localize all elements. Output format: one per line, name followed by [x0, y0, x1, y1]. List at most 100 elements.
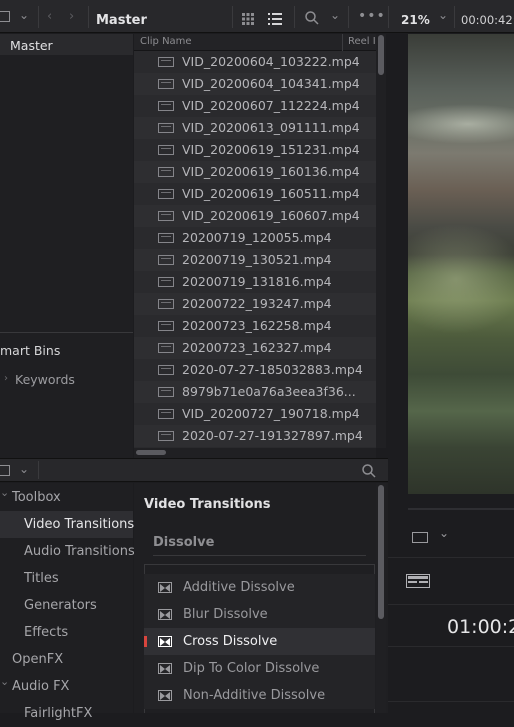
timeline-view-icon[interactable]	[406, 574, 430, 588]
smart-bins-header[interactable]: mart Bins	[0, 343, 60, 358]
list-view-icon[interactable]	[268, 13, 282, 28]
zoom-level[interactable]: 21%	[401, 13, 430, 27]
chevron-right-icon[interactable]: ›	[4, 373, 8, 384]
clip-row[interactable]: 20200722_193247.mp4	[134, 293, 376, 315]
back-arrow-icon[interactable]: ‹	[47, 9, 52, 24]
clip-row[interactable]: VID_20200619_160607.mp4	[134, 205, 376, 227]
video-clip-icon	[158, 431, 174, 441]
effects-group-header: Dissolve	[153, 535, 215, 550]
clip-row[interactable]: VID_20200604_103222.mp4	[134, 51, 376, 73]
tree-item-fairlightfx[interactable]: FairlightFX	[0, 700, 133, 727]
clip-row[interactable]: 20200719_130521.mp4	[134, 249, 376, 271]
column-header-reel[interactable]: Reel I	[348, 36, 376, 47]
tree-item-openfx[interactable]: OpenFX	[0, 646, 133, 673]
forward-arrow-icon[interactable]: ›	[69, 9, 74, 24]
tree-item-label: Toolbox	[12, 490, 61, 505]
clip-row[interactable]: 2020-07-27-185032883.mp4	[134, 359, 376, 381]
viewer-timecode: 01:00:2	[447, 616, 514, 638]
transition-blur-dissolve[interactable]: Blur Dissolve	[144, 601, 375, 628]
source-viewer-image[interactable]	[408, 34, 514, 494]
tree-item-titles[interactable]: Titles	[0, 565, 133, 592]
viewer-separator	[408, 508, 514, 510]
search-icon[interactable]	[305, 11, 319, 28]
tree-item-label: FairlightFX	[24, 706, 93, 721]
transition-non-additive-dissolve[interactable]: Non-Additive Dissolve	[144, 682, 375, 709]
clip-name: 2020-07-27-191327897.mp4	[182, 428, 363, 443]
clip-name: VID_20200604_103222.mp4	[182, 54, 360, 69]
video-clip-icon	[158, 321, 174, 331]
chevron-down-icon[interactable]: ⌄	[0, 486, 9, 499]
tree-item-toolbox[interactable]: ⌄ Toolbox	[0, 484, 133, 511]
panel-toggle-icon[interactable]	[0, 11, 10, 22]
clip-list-scrollbar-thumb[interactable]	[378, 35, 384, 75]
chevron-down-icon[interactable]: ⌄	[439, 526, 449, 540]
clip-row[interactable]: VID_20200727_190718.mp4	[134, 403, 376, 425]
clip-name: VID_20200727_190718.mp4	[182, 406, 360, 421]
video-clip-icon	[158, 101, 174, 111]
bins-divider	[0, 332, 133, 333]
tree-item-label: Effects	[24, 625, 69, 640]
transition-label: Non-Additive Dissolve	[183, 688, 326, 703]
video-clip-icon	[158, 123, 174, 133]
clip-list: VID_20200604_103222.mp4 VID_20200604_1043…	[134, 51, 376, 448]
column-divider	[342, 34, 343, 51]
source-timecode: 00:00:42:	[461, 13, 514, 27]
transition-dip-to-color-dissolve[interactable]: Dip To Color Dissolve	[144, 655, 375, 682]
clip-name: VID_20200619_151231.mp4	[182, 142, 360, 157]
video-clip-icon	[158, 79, 174, 89]
clip-name: VID_20200619_160511.mp4	[182, 186, 360, 201]
clip-list-scrollbar[interactable]	[376, 34, 386, 448]
transition-label: Additive Dissolve	[183, 580, 295, 595]
video-clip-icon	[158, 167, 174, 177]
transition-cross-dissolve[interactable]: Cross Dissolve	[144, 628, 375, 655]
clip-row[interactable]: VID_20200604_104341.mp4	[134, 73, 376, 95]
chevron-down-icon[interactable]: ⌄	[0, 675, 9, 688]
clip-row[interactable]: VID_20200607_112224.mp4	[134, 95, 376, 117]
bin-label: Master	[10, 38, 53, 53]
viewer-separator	[388, 646, 514, 647]
video-clip-icon	[158, 189, 174, 199]
tree-item-effects[interactable]: Effects	[0, 619, 133, 646]
video-clip-icon	[158, 255, 174, 265]
clip-row[interactable]: 2020-07-27-191327897.mp4	[134, 425, 376, 447]
panel-toggle-icon[interactable]	[0, 465, 10, 476]
clip-name: VID_20200619_160607.mp4	[182, 208, 360, 223]
transform-box-icon[interactable]	[412, 532, 428, 543]
clip-row[interactable]: VID_20200613_091111.mp4	[134, 117, 376, 139]
transition-additive-dissolve[interactable]: Additive Dissolve	[144, 574, 375, 601]
clip-row[interactable]: 20200719_131816.mp4	[134, 271, 376, 293]
video-clip-icon	[158, 365, 174, 375]
clip-list-hscrollbar[interactable]	[134, 448, 376, 458]
chevron-down-icon[interactable]: ⌄	[438, 8, 448, 22]
smart-bin-keywords[interactable]: Keywords	[15, 372, 75, 387]
tree-item-label: Audio Transitions	[24, 544, 135, 559]
clip-row[interactable]: 8979b71e0a76a3eea3f36...	[134, 381, 376, 403]
tree-item-generators[interactable]: Generators	[0, 592, 133, 619]
clip-row[interactable]: VID_20200619_160136.mp4	[134, 161, 376, 183]
tree-item-audio-fx[interactable]: ⌄ Audio FX	[0, 673, 133, 700]
tree-item-video-transitions[interactable]: Video Transitions	[0, 511, 134, 538]
more-options-icon[interactable]: •••	[358, 8, 386, 24]
clip-row[interactable]: 20200723_162327.mp4	[134, 337, 376, 359]
effects-scrollbar-thumb[interactable]	[378, 485, 384, 619]
thumbnail-view-icon[interactable]	[242, 13, 254, 28]
viewer-controls-panel: ⌄ 01:00:2	[388, 494, 514, 713]
clip-name: 20200719_120055.mp4	[182, 230, 332, 245]
video-clip-icon	[158, 145, 174, 155]
clip-row[interactable]: 20200723_162258.mp4	[134, 315, 376, 337]
clip-list-hscrollbar-thumb[interactable]	[136, 450, 166, 455]
chevron-down-icon[interactable]: ⌄	[19, 462, 29, 476]
clip-row[interactable]: VID_20200619_160511.mp4	[134, 183, 376, 205]
chevron-down-icon[interactable]: ⌄	[330, 8, 340, 22]
chevron-down-icon[interactable]: ⌄	[19, 8, 29, 22]
transition-icon	[158, 636, 172, 647]
clip-row[interactable]: 20200719_120055.mp4	[134, 227, 376, 249]
tree-item-audio-transitions[interactable]: Audio Transitions	[0, 538, 135, 565]
clip-row[interactable]: VID_20200619_151231.mp4	[134, 139, 376, 161]
clip-name: VID_20200619_160136.mp4	[182, 164, 360, 179]
column-header-clip-name[interactable]: Clip Name	[140, 36, 192, 47]
clip-name: VID_20200604_104341.mp4	[182, 76, 360, 91]
search-icon[interactable]	[362, 464, 376, 481]
bin-item-master[interactable]: Master	[0, 34, 133, 55]
viewer-separator	[388, 701, 514, 702]
